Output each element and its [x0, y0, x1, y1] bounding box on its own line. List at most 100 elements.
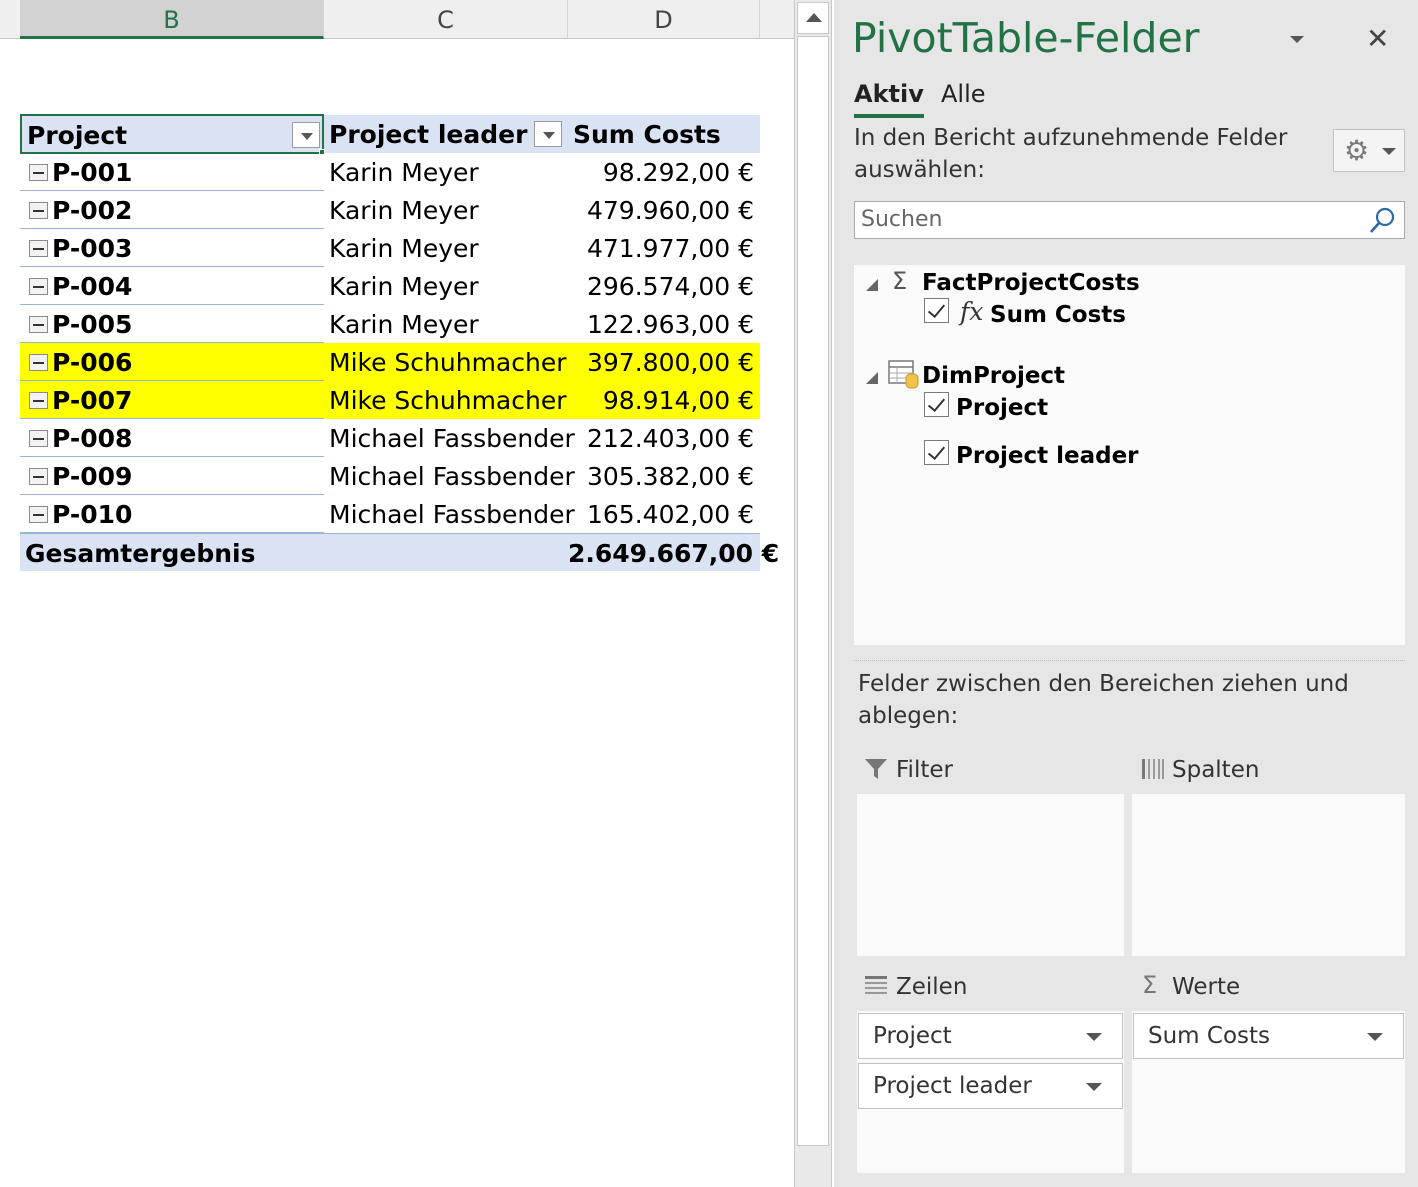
- scroll-up-button[interactable]: [797, 2, 829, 34]
- pivot-cell-project[interactable]: P-005: [20, 305, 324, 343]
- field-search-input[interactable]: Suchen: [854, 201, 1405, 239]
- pivot-cell-leader[interactable]: Karin Meyer: [324, 305, 568, 343]
- pivot-total-row: Gesamtergebnis 2.649.667,00 €: [20, 533, 779, 572]
- pivot-cell-costs[interactable]: 122.963,00 €: [568, 305, 760, 343]
- columns-area-dropzone[interactable]: [1132, 794, 1405, 956]
- pivot-header-costs[interactable]: Sum Costs: [568, 115, 760, 153]
- pivot-cell-leader[interactable]: Karin Meyer: [324, 229, 568, 267]
- pivot-cell-project[interactable]: P-006: [20, 343, 324, 381]
- pane-options-chevron-icon[interactable]: [1288, 30, 1308, 50]
- chevron-down-icon[interactable]: [1086, 1033, 1102, 1041]
- pivot-cell-project[interactable]: P-008: [20, 419, 324, 457]
- project-id: P-007: [52, 386, 133, 415]
- collapse-triangle-icon[interactable]: [864, 366, 880, 392]
- collapse-minus-icon[interactable]: [29, 316, 48, 333]
- pivot-cell-costs[interactable]: 479.960,00 €: [568, 191, 760, 229]
- pivot-row: P-009 Michael Fassbender 305.382,00 €: [20, 457, 760, 495]
- collapse-triangle-icon[interactable]: [864, 273, 880, 299]
- columns-icon: [1142, 759, 1164, 779]
- pivot-cell-leader[interactable]: Karin Meyer: [324, 191, 568, 229]
- column-headers: B C D: [0, 0, 794, 39]
- collapse-minus-icon[interactable]: [29, 164, 48, 181]
- rows-area-dropzone[interactable]: Project Project leader: [857, 1011, 1124, 1173]
- pivot-cell-costs[interactable]: 305.382,00 €: [568, 457, 760, 495]
- field-list: Σ FactProjectCosts fx Sum Costs DimProje…: [854, 265, 1405, 645]
- rows-field-project-leader-label: Project leader: [873, 1073, 1032, 1099]
- pivot-header-row: Project Project leader Sum Costs: [20, 114, 760, 155]
- pivot-cell-costs[interactable]: 296.574,00 €: [568, 267, 760, 305]
- pivot-cell-leader[interactable]: Michael Fassbender: [324, 457, 575, 495]
- pivot-header-project[interactable]: Project: [20, 114, 325, 155]
- pivot-cell-leader[interactable]: Karin Meyer: [324, 153, 568, 191]
- table-factprojectcosts[interactable]: FactProjectCosts: [922, 270, 1140, 296]
- field-checkbox-project[interactable]: [924, 392, 949, 417]
- pivot-cell-costs[interactable]: 98.292,00 €: [568, 153, 760, 191]
- pivot-cell-project[interactable]: P-010: [20, 495, 324, 533]
- pivot-cell-project[interactable]: P-002: [20, 191, 324, 229]
- pivot-cell-project[interactable]: P-004: [20, 267, 324, 305]
- field-project[interactable]: Project: [956, 395, 1048, 421]
- pivot-cell-leader[interactable]: Karin Meyer: [324, 267, 568, 305]
- pivot-row: P-001 Karin Meyer 98.292,00 €: [20, 153, 760, 191]
- scroll-thumb[interactable]: [797, 36, 829, 1146]
- sigma-icon: Σ: [1142, 971, 1158, 999]
- collapse-minus-icon[interactable]: [29, 354, 48, 371]
- chevron-down-icon[interactable]: [1086, 1083, 1102, 1091]
- pivot-cell-leader[interactable]: Mike Schuhmacher: [324, 381, 568, 419]
- pane-divider[interactable]: [854, 660, 1405, 661]
- search-icon[interactable]: [1368, 206, 1396, 234]
- total-label[interactable]: Gesamtergebnis: [20, 534, 324, 572]
- pivot-cell-leader[interactable]: Mike Schuhmacher: [324, 343, 568, 381]
- pivot-cell-project[interactable]: P-001: [20, 153, 324, 191]
- close-icon[interactable]: ✕: [1366, 24, 1389, 54]
- pivot-body: P-001 Karin Meyer 98.292,00 € P-002 Karin Me…: [20, 153, 760, 533]
- pivot-cell-costs[interactable]: 471.977,00 €: [568, 229, 760, 267]
- project-filter-dropdown[interactable]: [292, 122, 320, 148]
- collapse-minus-icon[interactable]: [29, 392, 48, 409]
- collapse-minus-icon[interactable]: [29, 506, 48, 523]
- collapse-minus-icon[interactable]: [29, 430, 48, 447]
- gear-icon: ⚙: [1344, 134, 1370, 167]
- project-id: P-004: [52, 272, 133, 301]
- total-costs[interactable]: 2.649.667,00 €: [568, 534, 779, 572]
- tab-aktiv[interactable]: Aktiv: [854, 80, 924, 118]
- collapse-minus-icon[interactable]: [29, 240, 48, 257]
- field-checkbox-project-leader[interactable]: [924, 440, 949, 465]
- tab-alle[interactable]: Alle: [941, 80, 986, 118]
- filter-icon: [865, 759, 887, 779]
- chevron-down-icon[interactable]: [1367, 1033, 1383, 1041]
- leader-filter-dropdown[interactable]: [534, 121, 562, 147]
- values-field-sum-costs[interactable]: Sum Costs: [1133, 1013, 1404, 1059]
- pivot-cell-costs[interactable]: 212.403,00 €: [568, 419, 760, 457]
- collapse-minus-icon[interactable]: [29, 278, 48, 295]
- field-sum-costs[interactable]: Sum Costs: [990, 302, 1126, 328]
- field-project-leader[interactable]: Project leader: [956, 443, 1139, 469]
- rows-field-project[interactable]: Project: [858, 1013, 1123, 1059]
- pivot-header-leader[interactable]: Project leader: [324, 115, 568, 153]
- pivot-cell-costs[interactable]: 98.914,00 €: [568, 381, 760, 419]
- rows-field-project-leader[interactable]: Project leader: [858, 1063, 1123, 1109]
- column-header-e[interactable]: [760, 0, 794, 38]
- collapse-minus-icon[interactable]: [29, 202, 48, 219]
- column-header-b[interactable]: B: [20, 0, 324, 39]
- pivot-cell-leader[interactable]: Michael Fassbender: [324, 495, 575, 533]
- rows-icon: [865, 976, 887, 994]
- table-dimproject[interactable]: DimProject: [922, 363, 1065, 389]
- column-header-d[interactable]: D: [568, 0, 760, 38]
- spreadsheet-grid[interactable]: B C D Project Project leader Sum Costs P…: [0, 0, 794, 1187]
- vertical-scrollbar[interactable]: [794, 0, 832, 1187]
- column-header-c[interactable]: C: [324, 0, 568, 38]
- pivot-cell-project[interactable]: P-009: [20, 457, 324, 495]
- pivot-cell-leader[interactable]: Michael Fassbender: [324, 419, 575, 457]
- field-checkbox-sum-costs[interactable]: [924, 298, 949, 323]
- total-leader-cell[interactable]: [324, 534, 568, 572]
- pivot-cell-costs[interactable]: 165.402,00 €: [568, 495, 760, 533]
- pivot-cell-project[interactable]: P-003: [20, 229, 324, 267]
- values-area-dropzone[interactable]: Sum Costs: [1132, 1011, 1405, 1173]
- filter-area-dropzone[interactable]: [857, 794, 1124, 956]
- pivot-cell-project[interactable]: P-007: [20, 381, 324, 419]
- pivot-cell-costs[interactable]: 397.800,00 €: [568, 343, 760, 381]
- pivot-row: P-006 Mike Schuhmacher 397.800,00 €: [20, 343, 760, 381]
- collapse-minus-icon[interactable]: [29, 468, 48, 485]
- field-list-settings-button[interactable]: ⚙: [1333, 129, 1405, 172]
